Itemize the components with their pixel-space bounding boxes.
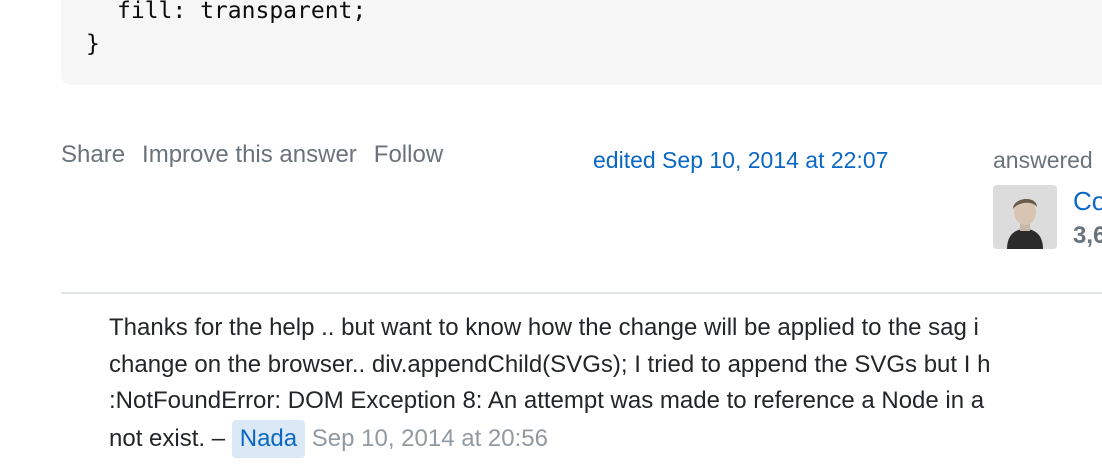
improve-answer-link[interactable]: Improve this answer	[142, 141, 357, 169]
comment-text-end: not exist. –	[109, 424, 226, 452]
follow-link[interactable]: Follow	[374, 141, 443, 169]
user-reputation: 3,6	[1073, 222, 1102, 249]
code-line-close-brace: }	[86, 31, 100, 57]
post-menu: Share Improve this answer Follow	[61, 141, 443, 169]
answered-label: answered	[993, 147, 1093, 173]
share-link[interactable]: Share	[61, 141, 125, 169]
code-block: fill: transparent; }	[61, 0, 1102, 85]
comment-user-link[interactable]: Nada	[231, 419, 306, 458]
avatar[interactable]	[993, 185, 1057, 249]
comment: Thanks for the help .. but want to know …	[109, 310, 1102, 458]
user-avatar-icon	[993, 185, 1057, 249]
comments-divider	[61, 292, 1102, 294]
comment-date[interactable]: Sep 10, 2014 at 20:56	[312, 425, 548, 452]
code-line-fill: fill: transparent;	[117, 0, 367, 24]
comment-text-line-4: not exist. – Nada Sep 10, 2014 at 20:56	[109, 419, 1102, 458]
comment-text-line-3: :NotFoundError: DOM Exception 8: An atte…	[109, 387, 985, 414]
comment-text-line-2: change on the browser.. div.appendChild(…	[109, 350, 991, 378]
comment-text-line-1: Thanks for the help .. but want to know …	[109, 314, 979, 341]
edited-timestamp-link[interactable]: edited Sep 10, 2014 at 22:07	[593, 147, 888, 174]
user-name-link[interactable]: Co	[1073, 186, 1102, 217]
